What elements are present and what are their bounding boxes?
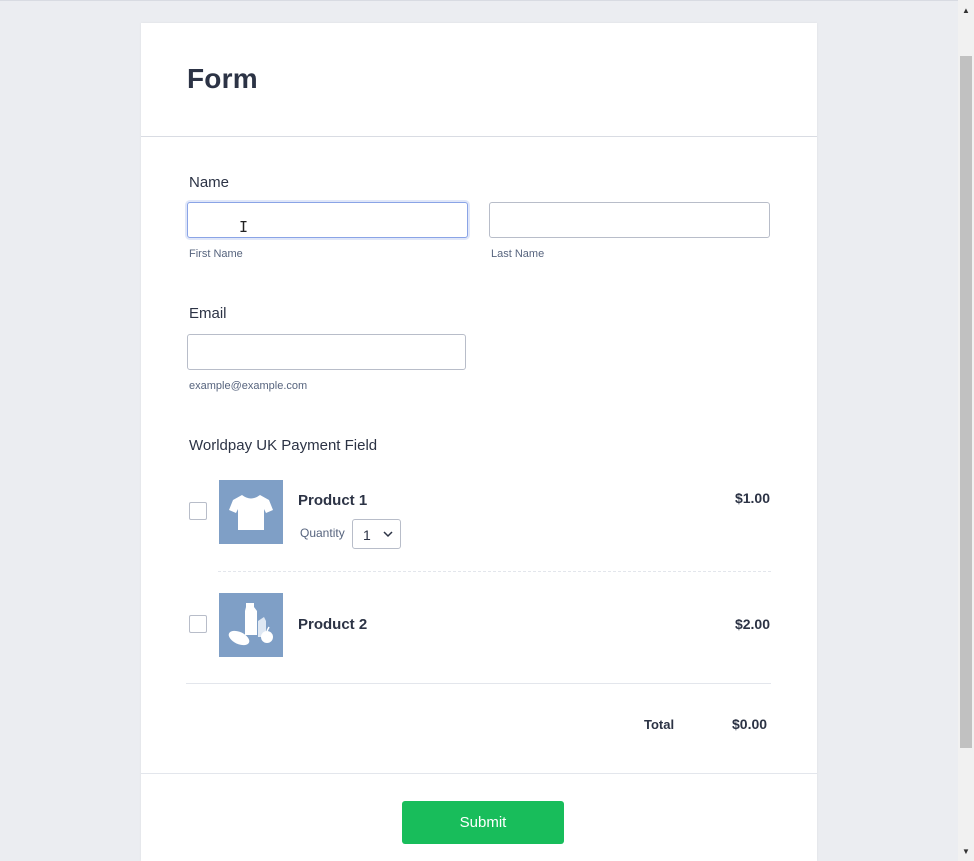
email-sublabel: example@example.com [189,380,308,392]
first-name-input[interactable]: I [187,202,468,238]
last-name-sublabel: Last Name [491,248,545,260]
payment-field-label: Worldpay UK Payment Field [189,437,378,454]
scrollbar-thumb[interactable] [960,56,972,748]
vertical-scrollbar[interactable]: ▲ ▼ [958,0,974,861]
product-2-price: $2.00 [734,616,770,632]
form-header: Form [141,23,817,137]
product-2-checkbox[interactable] [189,615,207,633]
first-name-sublabel: First Name [189,248,243,260]
product-1-price: $1.00 [734,490,770,506]
email-label: Email [189,305,227,322]
product-1-name: Product 1 [298,492,368,509]
form-title: Form [187,63,258,94]
product-2-name: Product 2 [298,616,368,633]
footer-divider [141,773,817,774]
scroll-down-arrow-icon[interactable]: ▼ [961,847,971,857]
name-label: Name [189,174,230,191]
text-cursor-icon: I [239,218,249,236]
total-divider [186,683,771,684]
product-1-quantity-label: Quantity [300,526,345,540]
product-divider [218,571,771,572]
email-input[interactable] [187,334,466,370]
quantity-value: 1 [363,527,371,543]
groceries-icon [219,593,283,657]
total-label: Total [644,717,675,732]
product-1-quantity-select[interactable]: 1 [352,519,401,549]
scroll-up-arrow-icon[interactable]: ▲ [961,6,971,16]
form-card: Form Name I First Name Last Name Email e… [141,23,817,861]
total-value: $0.00 [732,716,768,732]
chevron-down-icon [383,531,393,538]
submit-button[interactable]: Submit [402,801,564,844]
product-1-checkbox[interactable] [189,502,207,520]
last-name-input[interactable] [489,202,770,238]
tshirt-icon [219,480,283,544]
